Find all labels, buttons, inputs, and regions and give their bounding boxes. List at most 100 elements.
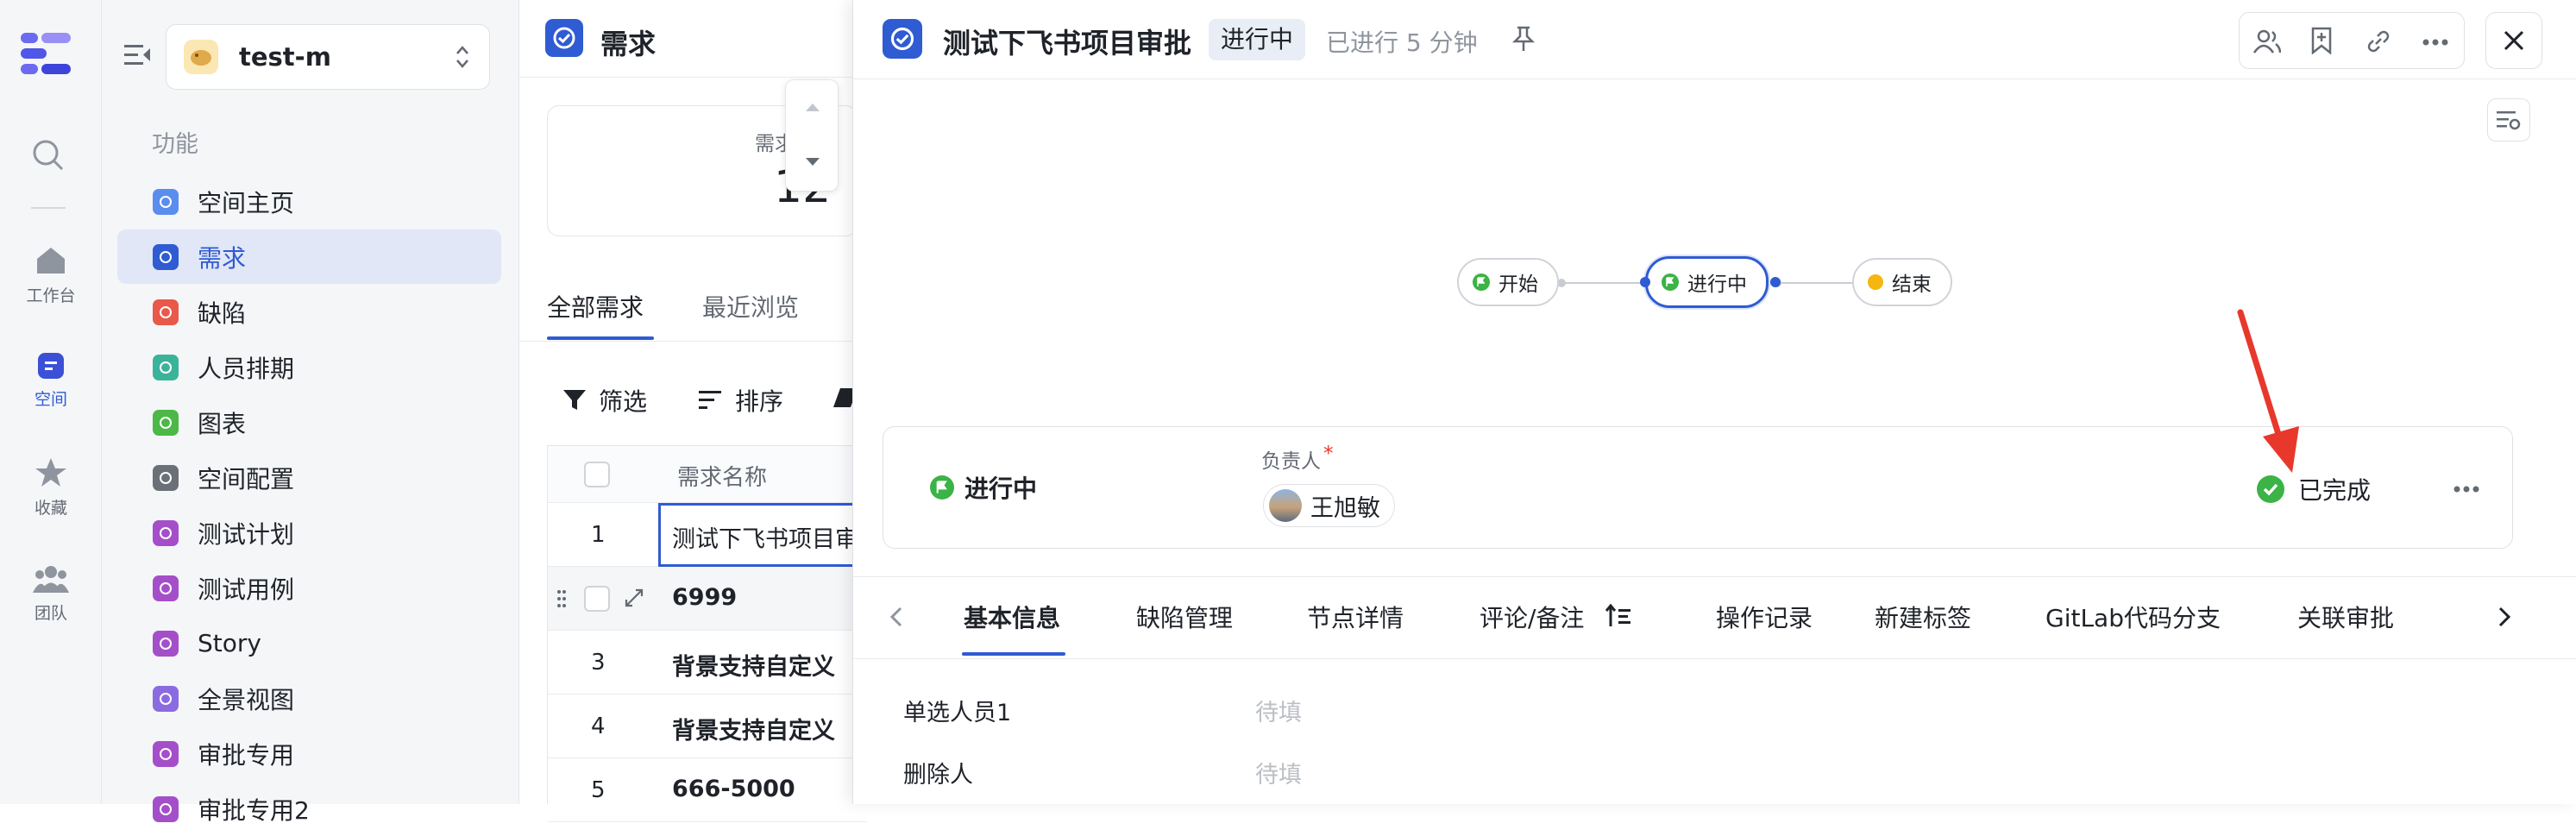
detail-tab[interactable]: 缺陷管理 <box>1136 600 1233 634</box>
rail-workbench[interactable]: 工作台 <box>0 245 102 306</box>
sidebar-item[interactable]: 需求 <box>117 229 501 284</box>
sidebar-item[interactable]: 审批专用2 <box>117 782 501 836</box>
sidebar-item[interactable]: 空间配置 <box>117 450 501 505</box>
sidebar-item[interactable]: 审批专用 <box>117 726 501 781</box>
row-name[interactable]: 背景支持自定义 <box>672 712 835 745</box>
sidebar-item-label: 空间主页 <box>198 188 295 217</box>
field-label: 单选人员1 <box>903 700 1012 726</box>
flag-icon <box>1662 273 1679 291</box>
workflow-node-progress[interactable]: 进行中 <box>1645 256 1769 308</box>
sidebar-item-icon <box>153 409 179 436</box>
space-switcher[interactable]: test-m <box>166 24 490 90</box>
bookmark-add-icon[interactable] <box>2310 27 2333 54</box>
rail-space-label: 空间 <box>34 390 67 409</box>
node-start-label: 开始 <box>1498 273 1538 296</box>
sidebar-item-icon <box>153 464 179 491</box>
row-name[interactable]: 666-5000 <box>672 776 795 802</box>
row-checkbox[interactable] <box>584 586 610 612</box>
scroll-up-icon[interactable] <box>804 101 821 113</box>
scroll-down-icon[interactable] <box>804 156 821 168</box>
sidebar-item[interactable]: 图表 <box>117 395 501 449</box>
sidebar-item[interactable]: 空间主页 <box>117 174 501 229</box>
node-progress-label: 进行中 <box>1687 273 1747 296</box>
settings-list-icon <box>2497 111 2521 130</box>
detail-tab[interactable]: 新建标签 <box>1875 600 1971 634</box>
table-row[interactable]: 5 666-5000 <box>548 758 867 822</box>
more-icon[interactable] <box>2422 39 2448 46</box>
node-card-name: 进行中 <box>930 470 1037 505</box>
detail-tab[interactable]: 关联审批 <box>2297 600 2394 634</box>
panel-title[interactable]: 测试下飞书项目审批 <box>943 22 1191 61</box>
sort-button[interactable]: 排序 <box>699 383 783 418</box>
app-logo[interactable] <box>17 31 74 78</box>
sidebar-item[interactable]: 全景视图 <box>117 671 501 726</box>
sidebar-item-icon <box>153 685 179 712</box>
sidebar-item[interactable]: 测试用例 <box>117 561 501 615</box>
status-badge[interactable]: 进行中 <box>1209 19 1306 60</box>
owner-label: 负责人 <box>1261 450 1321 473</box>
sidebar-item-icon <box>153 519 179 546</box>
elapsed-time: 已进行 5 分钟 <box>1326 28 1478 57</box>
table-row[interactable]: 6999 <box>548 567 867 631</box>
select-all-checkbox[interactable] <box>584 462 610 487</box>
tabs-prev-icon[interactable] <box>889 606 903 628</box>
close-button[interactable] <box>2485 12 2542 69</box>
list-title: 需求 <box>600 28 657 60</box>
drag-handle-icon[interactable] <box>556 589 567 608</box>
home-icon <box>37 248 65 273</box>
rail-favorites[interactable]: 收藏 <box>0 457 102 519</box>
col-name-header: 需求名称 <box>677 465 768 491</box>
row-number: 1 <box>591 522 606 548</box>
comment-sort-icon[interactable] <box>1605 604 1631 628</box>
search-icon[interactable] <box>31 138 66 176</box>
members-icon[interactable] <box>2253 28 2281 54</box>
rail-workbench-label: 工作台 <box>26 286 76 305</box>
table-row[interactable]: 4 背景支持自定义 <box>548 695 867 758</box>
tab-recent[interactable]: 最近浏览 <box>702 289 799 324</box>
owner-chip[interactable]: 王旭敏 <box>1263 484 1395 527</box>
sidebar-item-icon <box>153 740 179 767</box>
close-icon <box>2504 30 2524 51</box>
panel-header: 测试下飞书项目审批 进行中 已进行 5 分钟 <box>853 0 2576 79</box>
tabs-next-icon[interactable] <box>2497 606 2511 628</box>
owner-name: 王旭敏 <box>1310 494 1380 522</box>
row-name[interactable]: 6999 <box>672 584 737 611</box>
workflow-settings-button[interactable] <box>2487 98 2530 141</box>
rail-space[interactable]: 空间 <box>0 352 102 410</box>
detail-tab[interactable]: 基本信息 <box>964 600 1060 634</box>
detail-panel: 测试下飞书项目审批 进行中 已进行 5 分钟 开始 进行中 结束 进行中 负责人… <box>852 0 2576 804</box>
detail-tab[interactable]: GitLab代码分支 <box>2045 600 2221 634</box>
rail-divider <box>31 207 66 209</box>
sidebar-item-icon <box>153 299 179 325</box>
link-icon[interactable] <box>2366 28 2391 54</box>
sidebar-item-icon <box>153 354 179 380</box>
sidebar-item[interactable]: 人员排期 <box>117 340 501 394</box>
sidebar-item-label: 需求 <box>198 243 247 273</box>
table-row[interactable]: 3 背景支持自定义 <box>548 631 867 695</box>
row-name[interactable]: 背景支持自定义 <box>672 648 835 682</box>
collapse-sidebar-icon[interactable] <box>124 43 152 71</box>
filter-button[interactable]: 筛选 <box>562 383 647 418</box>
tab-underline <box>547 336 654 340</box>
pending-dot-icon <box>1868 274 1883 290</box>
sidebar-item-icon <box>153 795 179 822</box>
sidebar-item[interactable]: 缺陷 <box>117 285 501 339</box>
pin-icon[interactable] <box>1512 26 1535 52</box>
detail-tab[interactable]: 评论/备注 <box>1480 600 1584 634</box>
rail-team[interactable]: 团队 <box>0 564 102 624</box>
detail-tab[interactable]: 节点详情 <box>1307 600 1404 634</box>
chevron-updown-icon <box>456 46 468 68</box>
field-value[interactable]: 待填 <box>1255 694 1302 727</box>
expand-icon[interactable] <box>624 588 644 608</box>
card-more-icon[interactable] <box>2453 486 2479 493</box>
table-row[interactable]: 1 测试下飞书项目审 <box>548 503 867 567</box>
sidebar-item[interactable]: Story <box>117 616 501 670</box>
sidebar-item-label: 测试用例 <box>198 575 295 604</box>
field-value[interactable]: 待填 <box>1255 756 1302 789</box>
detail-tab[interactable]: 操作记录 <box>1716 600 1813 634</box>
tab-all-requirements[interactable]: 全部需求 <box>547 289 644 324</box>
workflow-node-end[interactable]: 结束 <box>1852 258 1952 306</box>
workflow-node-start[interactable]: 开始 <box>1457 258 1559 306</box>
filter-icon <box>563 390 586 410</box>
sidebar-item[interactable]: 测试计划 <box>117 506 501 560</box>
